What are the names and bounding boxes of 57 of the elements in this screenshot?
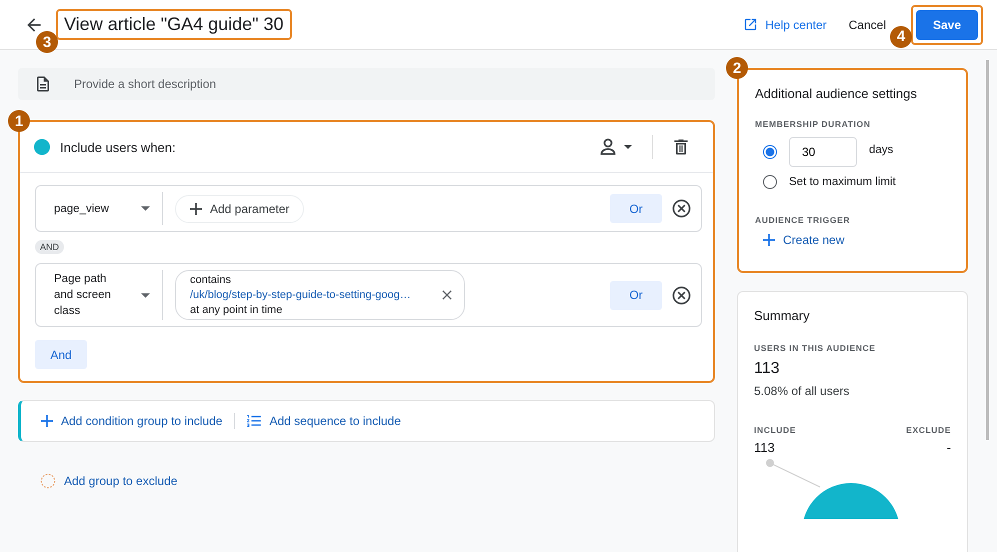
add-parameter-button[interactable]: Add parameter: [175, 194, 304, 222]
radio-button[interactable]: [763, 145, 777, 159]
add-exclude-group-link[interactable]: Add group to exclude: [40, 473, 715, 489]
dimension-label: page_view: [54, 202, 110, 216]
page-title: View article "GA4 guide" 30: [56, 9, 292, 40]
description-field[interactable]: Provide a short description: [18, 68, 715, 100]
external-link-icon: [743, 17, 758, 32]
scope-label: at any point in time: [190, 304, 284, 316]
description-input[interactable]: Provide a short description: [72, 76, 715, 92]
remove-circle-icon[interactable]: [672, 286, 691, 304]
operator-label: contains: [190, 274, 232, 286]
person-dropdown-icon[interactable]: [600, 137, 634, 157]
dimension-dropdown[interactable]: Page path and screen class: [54, 271, 150, 319]
callout-number: 3: [36, 31, 58, 53]
add-sequence-link[interactable]: Add sequence to include: [247, 414, 401, 428]
caret-icon: [141, 292, 150, 298]
and-chip: AND: [35, 240, 64, 254]
caret-icon: [141, 206, 150, 211]
section-label: AUDIENCE TRIGGER: [755, 215, 852, 225]
create-new-link[interactable]: Create new: [763, 233, 950, 247]
include-count: 113: [754, 440, 775, 455]
days-label: days: [869, 144, 894, 156]
card-title: Summary: [754, 308, 811, 323]
cancel-button[interactable]: Cancel: [848, 18, 886, 32]
users-share: 5.08% of all users: [754, 384, 850, 398]
filter-chip[interactable]: contains /uk/blog/step-by-step-guide-to-setting-goog… at any point in time: [175, 270, 465, 320]
exclude-label: EXCLUDE: [906, 425, 951, 435]
plus-icon: [763, 234, 775, 246]
save-button[interactable]: Save: [916, 10, 978, 40]
and-button[interactable]: And: [35, 340, 87, 369]
group-title: Include users when:: [60, 140, 176, 154]
remove-circle-icon[interactable]: [672, 199, 691, 218]
exclude-count: -: [946, 440, 951, 455]
callout-number: 4: [890, 26, 912, 48]
radio-button[interactable]: [763, 175, 777, 189]
dimension-dropdown[interactable]: page_view: [54, 200, 150, 216]
duration-field[interactable]: 30: [789, 137, 857, 167]
or-button[interactable]: Or: [610, 194, 662, 223]
scrollbar[interactable]: [986, 60, 989, 440]
card-title: Additional audience settings: [755, 86, 918, 101]
dimension-label: Page path and screen class: [54, 272, 112, 319]
document-icon: [34, 75, 52, 93]
help-center-label: Help center: [765, 18, 827, 32]
filter-value: /uk/blog/step-by-step-guide-to-setting-goog…: [190, 289, 412, 301]
or-button[interactable]: Or: [610, 280, 662, 310]
plus-icon: [190, 202, 202, 214]
option-label: Set to maximum limit: [789, 176, 896, 188]
users-label: USERS IN THIS AUDIENCE: [754, 343, 877, 353]
help-center-link[interactable]: Help center: [743, 17, 827, 32]
dashed-circle-icon: [40, 473, 56, 489]
users-count: 113: [754, 360, 781, 378]
section-label: MEMBERSHIP DURATION: [755, 119, 872, 129]
numbered-list-icon: [247, 415, 262, 427]
plus-icon: [41, 415, 53, 427]
add-condition-group-link[interactable]: Add condition group to include: [41, 414, 222, 428]
include-label: INCLUDE: [754, 425, 796, 435]
close-icon[interactable]: [442, 290, 452, 300]
